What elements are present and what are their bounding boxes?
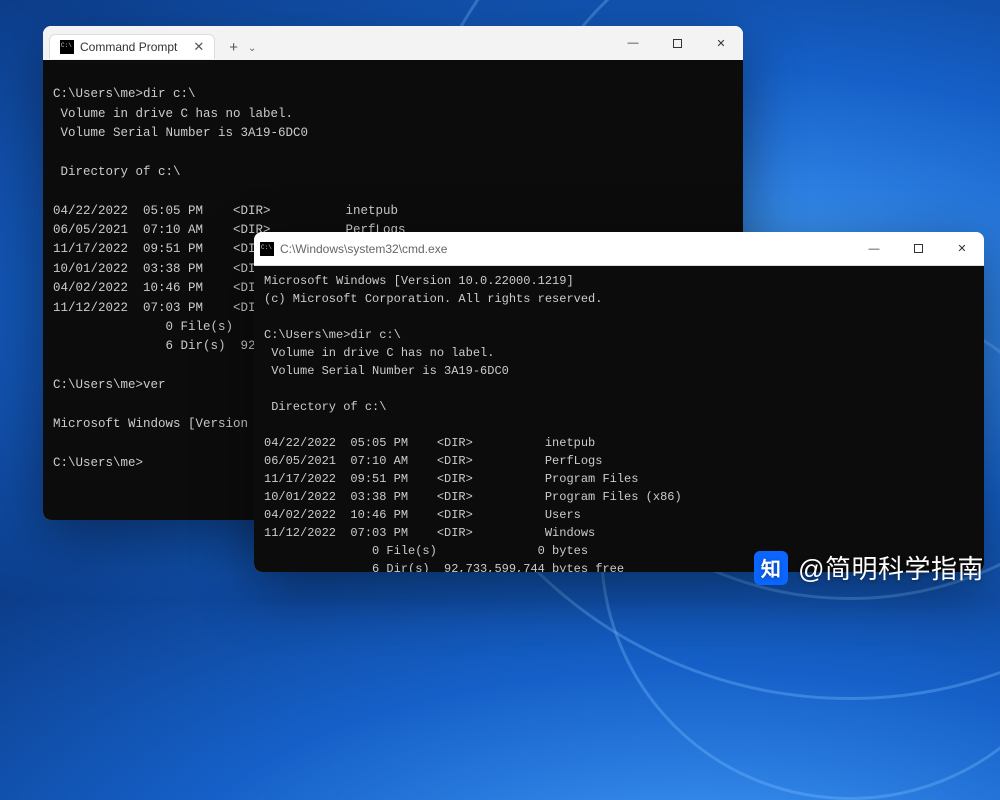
maximize-button[interactable] xyxy=(896,232,940,266)
tab-command-prompt[interactable]: Command Prompt ✕ xyxy=(49,34,215,59)
square-icon xyxy=(914,244,923,253)
tab-close-icon[interactable]: ✕ xyxy=(193,39,204,55)
square-icon xyxy=(673,39,682,48)
watermark-text: @简明科学指南 xyxy=(798,549,984,586)
minimize-button[interactable]: — xyxy=(852,232,896,266)
cmd-icon xyxy=(60,40,74,54)
tab-label: Command Prompt xyxy=(80,40,177,54)
window-controls: — ✕ xyxy=(611,26,743,60)
cmd-icon xyxy=(260,242,274,256)
close-button[interactable]: ✕ xyxy=(940,232,984,266)
maximize-button[interactable] xyxy=(655,26,699,60)
titlebar[interactable]: Command Prompt ✕ + ⌄ — ✕ xyxy=(43,26,743,60)
new-tab-button[interactable]: + xyxy=(221,35,246,60)
window-title: C:\Windows\system32\cmd.exe xyxy=(280,242,447,256)
titlebar[interactable]: C:\Windows\system32\cmd.exe — ✕ xyxy=(254,232,984,266)
close-button[interactable]: ✕ xyxy=(699,26,743,60)
zhihu-logo-icon: 知 xyxy=(754,551,788,585)
window-controls: — ✕ xyxy=(852,232,984,266)
tab-dropdown-icon[interactable]: ⌄ xyxy=(248,43,256,54)
terminal-output[interactable]: Microsoft Windows [Version 10.0.22000.12… xyxy=(254,266,984,572)
terminal-window-2: C:\Windows\system32\cmd.exe — ✕ Microsof… xyxy=(254,232,984,572)
minimize-button[interactable]: — xyxy=(611,26,655,60)
watermark: 知 @简明科学指南 xyxy=(754,549,984,586)
